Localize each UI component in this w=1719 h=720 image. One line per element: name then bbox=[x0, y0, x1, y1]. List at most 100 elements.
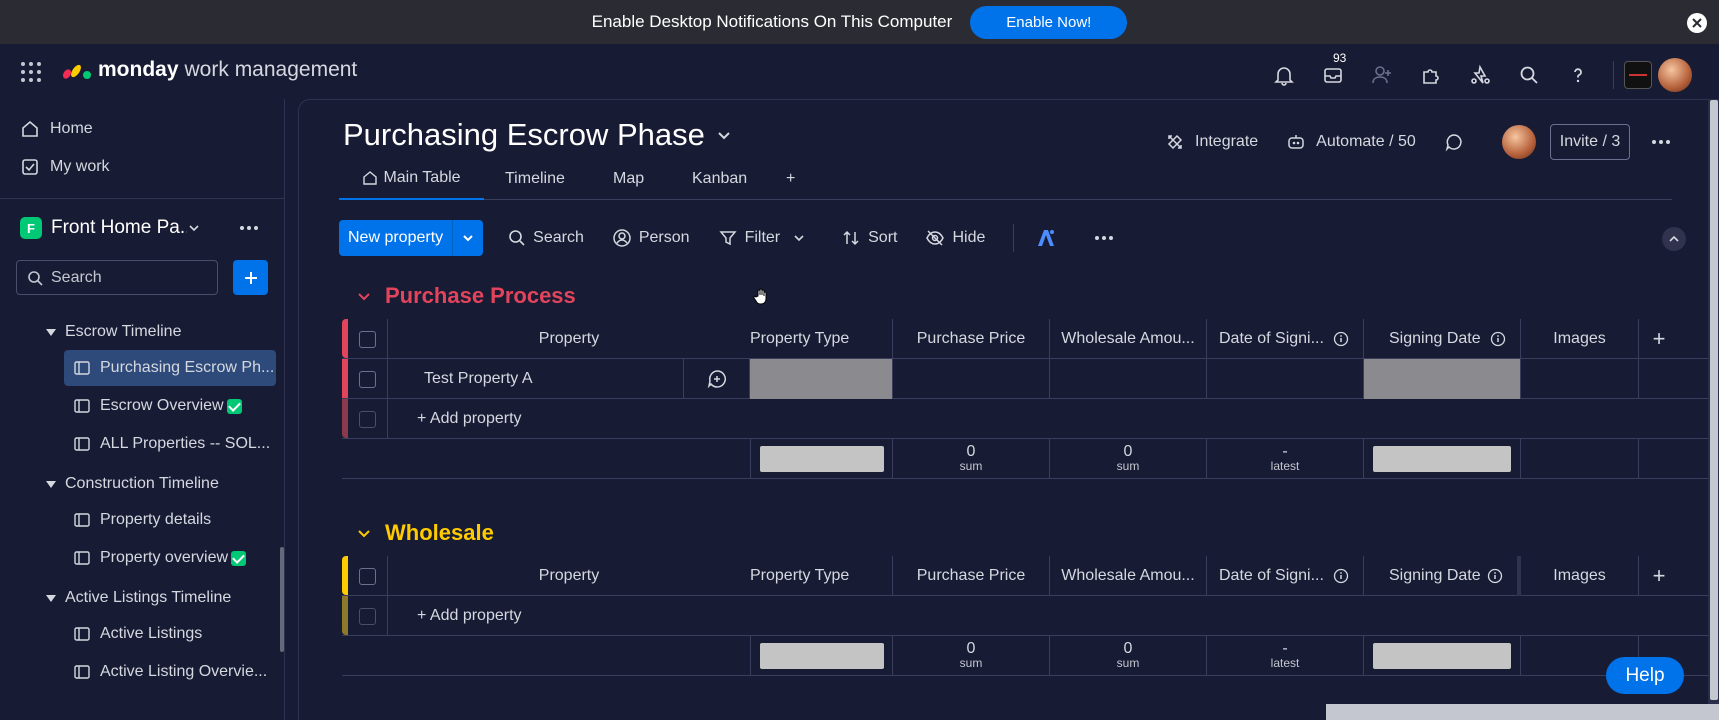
hide-button[interactable]: Hide bbox=[925, 228, 985, 248]
select-all-checkbox[interactable] bbox=[348, 556, 388, 596]
tab-kanban[interactable]: Kanban bbox=[692, 158, 747, 200]
automate-button[interactable]: Automate / 50 bbox=[1286, 132, 1416, 152]
folder-construction-timeline[interactable]: Construction Timeline bbox=[46, 475, 219, 493]
property-type-summary bbox=[750, 439, 893, 479]
board-icon bbox=[74, 627, 90, 641]
signing-date-cell[interactable] bbox=[1364, 359, 1521, 399]
avatar[interactable] bbox=[1658, 58, 1692, 92]
person-filter-button[interactable]: Person bbox=[612, 228, 690, 248]
top-bar: monday work management 93 bbox=[0, 44, 1719, 99]
column-header-date-of-signing[interactable]: Date of Signi... bbox=[1207, 556, 1364, 596]
sidebar-item-escrow-overview[interactable]: Escrow Overview bbox=[64, 388, 276, 424]
folder-active-listings-timeline[interactable]: Active Listings Timeline bbox=[46, 589, 231, 607]
bell-icon[interactable] bbox=[1270, 61, 1298, 89]
column-header-property[interactable]: Property bbox=[388, 319, 750, 359]
invite-members-icon[interactable] bbox=[1368, 61, 1396, 89]
sort-button[interactable]: Sort bbox=[841, 228, 897, 248]
tab-timeline[interactable]: Timeline bbox=[505, 158, 565, 200]
horizontal-scrollbar[interactable] bbox=[1326, 704, 1719, 720]
sidebar-item-active-listing-overview[interactable]: Active Listing Overvie... bbox=[64, 654, 276, 690]
add-item-button[interactable] bbox=[233, 260, 268, 295]
sidebar-item-property-details[interactable]: Property details bbox=[64, 502, 276, 538]
column-header-date-of-signing[interactable]: Date of Signi... bbox=[1207, 319, 1364, 359]
organization-logo[interactable] bbox=[1624, 61, 1652, 89]
row-checkbox[interactable] bbox=[348, 399, 388, 439]
monday-logo[interactable]: monday work management bbox=[62, 58, 357, 82]
inbox-icon[interactable]: 93 bbox=[1319, 51, 1349, 89]
sidebar-item-active-listings[interactable]: Active Listings bbox=[64, 616, 276, 652]
collapse-header-button[interactable] bbox=[1662, 227, 1686, 251]
search-icon[interactable] bbox=[1515, 61, 1543, 89]
wholesale-amount-cell[interactable] bbox=[1050, 359, 1207, 399]
integrate-button[interactable]: Integrate bbox=[1165, 132, 1258, 152]
view-tabs: Main Table Timeline Map Kanban + bbox=[339, 158, 1672, 200]
column-header-property-type[interactable]: Property Type bbox=[750, 319, 893, 359]
new-property-button[interactable]: New property bbox=[339, 220, 453, 256]
help-button[interactable]: Help bbox=[1606, 657, 1684, 694]
board-member-avatar[interactable] bbox=[1501, 125, 1536, 159]
folder-escrow-timeline[interactable]: Escrow Timeline bbox=[46, 323, 181, 341]
help-icon[interactable] bbox=[1564, 61, 1592, 89]
sidebar-item-my-work[interactable]: My work bbox=[20, 157, 110, 177]
sidebar-search-input[interactable]: Search bbox=[16, 260, 218, 295]
filter-button[interactable]: Filter bbox=[718, 228, 814, 248]
apps-marketplace-icon[interactable] bbox=[1417, 61, 1445, 89]
more-options-icon[interactable] bbox=[1093, 227, 1122, 249]
apps-grid-icon[interactable] bbox=[20, 61, 42, 83]
add-view-button[interactable]: + bbox=[786, 158, 795, 200]
table-row[interactable]: Test Property A bbox=[342, 359, 1719, 399]
sidebar-scrollbar[interactable] bbox=[280, 547, 284, 652]
sidebar-item-label: Escrow Overview bbox=[100, 397, 224, 414]
column-header-images[interactable]: Images bbox=[1521, 556, 1639, 596]
info-icon[interactable] bbox=[1490, 331, 1506, 347]
sidebar-item-purchasing-escrow[interactable]: Purchasing Escrow Ph... bbox=[64, 350, 276, 386]
column-header-property[interactable]: Property bbox=[388, 556, 750, 596]
images-cell[interactable] bbox=[1521, 359, 1639, 399]
info-icon[interactable] bbox=[1487, 568, 1503, 584]
integrations-icon[interactable] bbox=[1466, 61, 1494, 89]
column-header-signing-date[interactable]: Signing Date bbox=[1364, 556, 1521, 596]
close-icon[interactable] bbox=[1687, 13, 1707, 33]
sort-icon bbox=[843, 230, 859, 246]
row-checkbox[interactable] bbox=[348, 596, 388, 636]
column-header-images[interactable]: Images bbox=[1521, 319, 1639, 359]
add-column-button[interactable]: + bbox=[1639, 319, 1679, 359]
column-header-wholesale-amount[interactable]: Wholesale Amou... bbox=[1050, 319, 1207, 359]
tab-main-table[interactable]: Main Table bbox=[339, 158, 484, 200]
sidebar-item-home[interactable]: Home bbox=[20, 119, 93, 139]
purchase-price-cell[interactable] bbox=[893, 359, 1050, 399]
updates-icon[interactable] bbox=[1444, 132, 1474, 152]
group-title-purchase-process[interactable]: Purchase Process bbox=[357, 283, 576, 309]
chevron-down-icon[interactable] bbox=[792, 231, 806, 245]
invite-button[interactable]: Invite / 3 bbox=[1549, 124, 1631, 160]
column-header-wholesale-amount[interactable]: Wholesale Amou... bbox=[1050, 556, 1207, 596]
item-name-cell[interactable]: Test Property A bbox=[388, 359, 684, 399]
sidebar-item-all-properties[interactable]: ALL Properties -- SOL... bbox=[64, 426, 276, 462]
select-all-checkbox[interactable] bbox=[348, 319, 388, 359]
add-update-icon[interactable] bbox=[684, 359, 750, 399]
add-property-input[interactable]: + Add property bbox=[388, 596, 1719, 636]
property-type-cell[interactable] bbox=[750, 359, 893, 399]
add-property-input[interactable]: + Add property bbox=[388, 399, 1719, 439]
row-checkbox[interactable] bbox=[348, 359, 388, 399]
board-title[interactable]: Purchasing Escrow Phase bbox=[343, 117, 733, 153]
column-header-purchase-price[interactable]: Purchase Price bbox=[893, 556, 1050, 596]
search-button[interactable]: Search bbox=[508, 229, 584, 247]
tab-map[interactable]: Map bbox=[613, 158, 644, 200]
date-of-signing-cell[interactable] bbox=[1207, 359, 1364, 399]
info-icon[interactable] bbox=[1333, 331, 1349, 347]
more-options-icon[interactable] bbox=[1650, 131, 1672, 153]
column-header-purchase-price[interactable]: Purchase Price bbox=[893, 319, 1050, 359]
new-item-dropdown[interactable] bbox=[452, 220, 484, 256]
add-column-button[interactable]: + bbox=[1639, 556, 1679, 596]
more-options-icon[interactable] bbox=[238, 217, 260, 239]
workspace-selector[interactable]: F Front Home Pa... bbox=[20, 217, 201, 239]
sidebar-item-property-overview[interactable]: Property overview bbox=[64, 540, 276, 576]
column-header-signing-date[interactable]: Signing Date bbox=[1364, 319, 1521, 359]
main-scrollbar[interactable] bbox=[1710, 100, 1718, 700]
ai-assistant-icon[interactable] bbox=[1034, 226, 1065, 250]
column-header-property-type[interactable]: Property Type bbox=[750, 556, 893, 596]
group-title-wholesale[interactable]: Wholesale bbox=[357, 520, 494, 546]
enable-notifications-button[interactable]: Enable Now! bbox=[970, 5, 1128, 39]
info-icon[interactable] bbox=[1333, 568, 1349, 584]
